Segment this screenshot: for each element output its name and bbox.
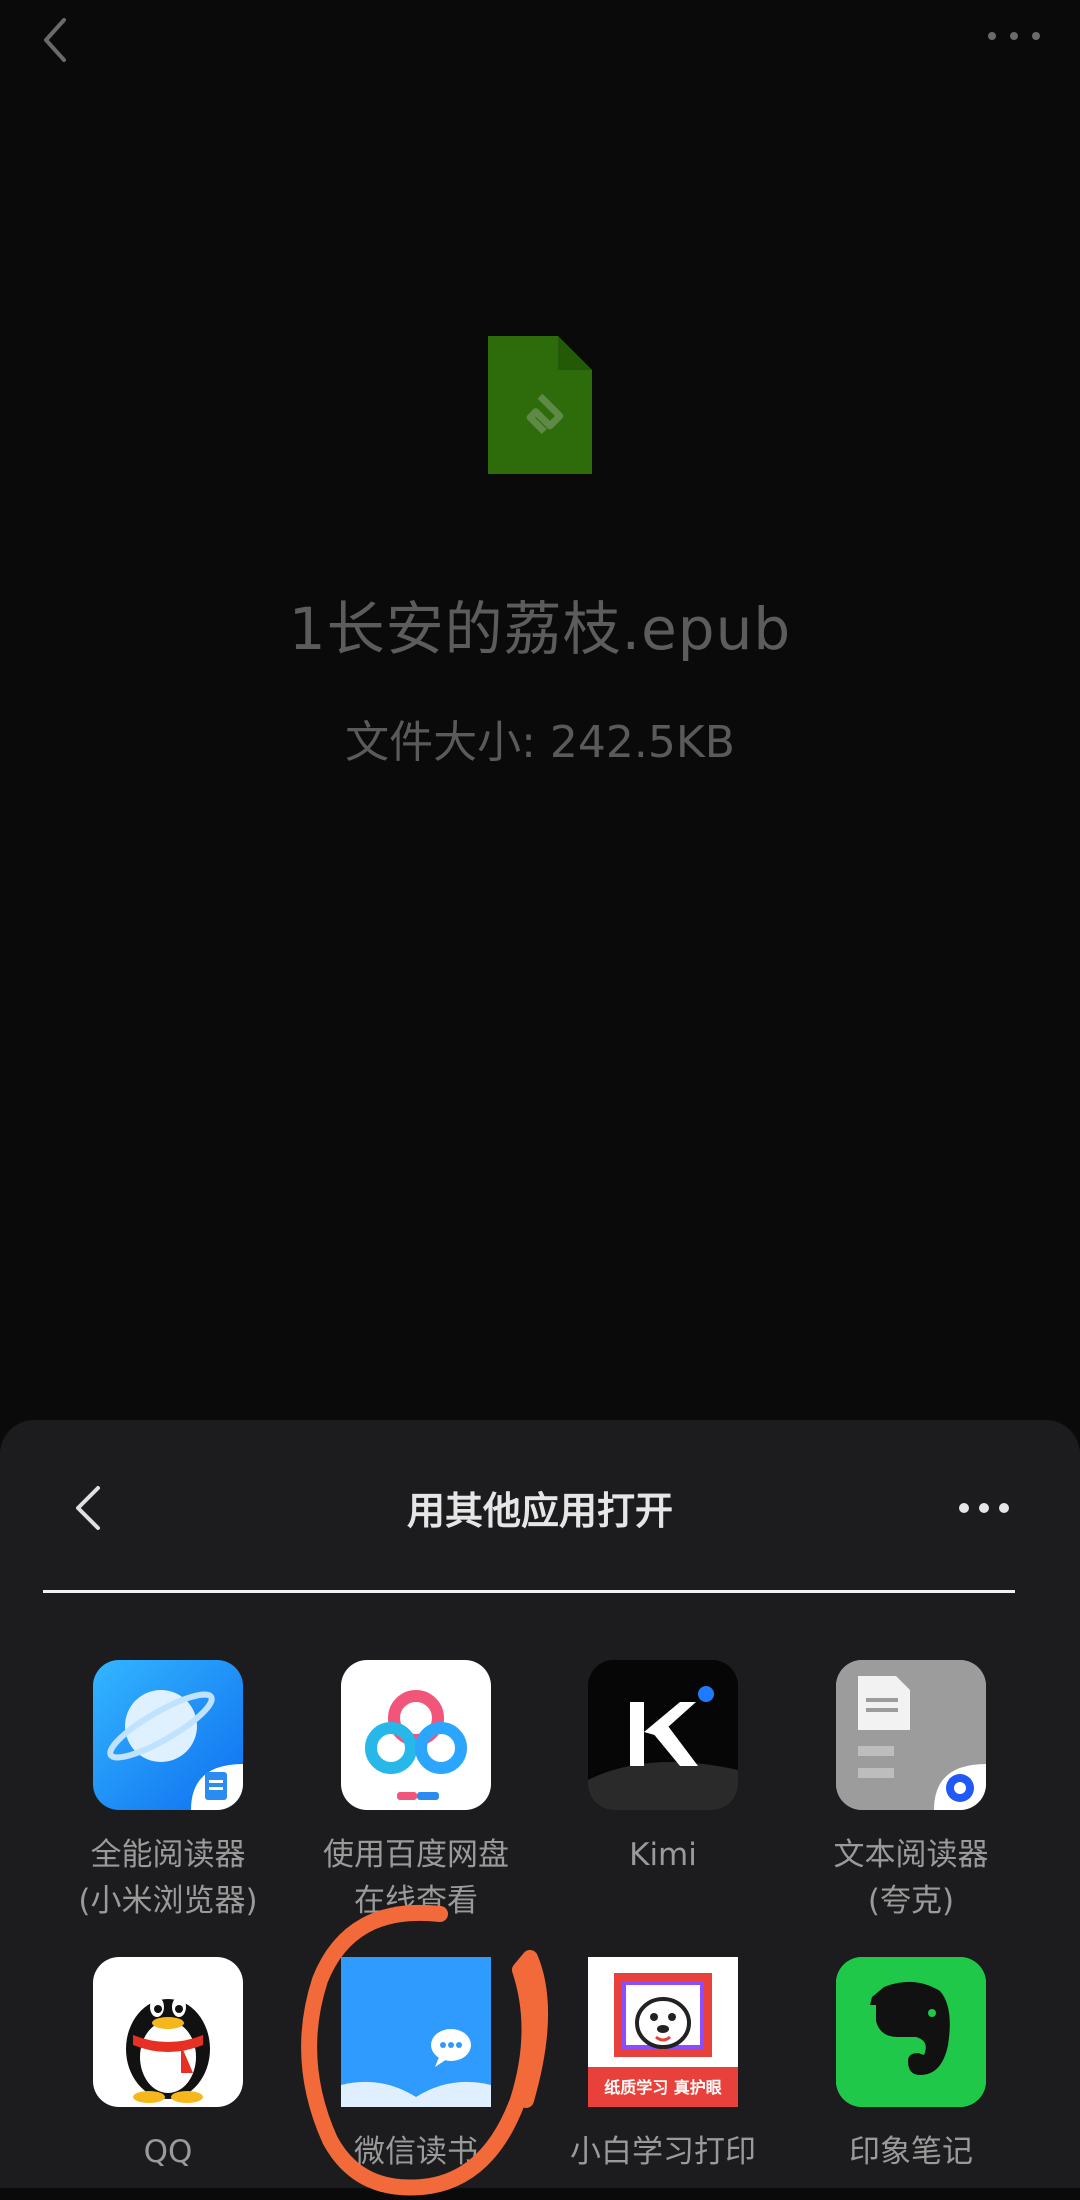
file-name: 1长安的荔枝.epub: [288, 595, 792, 663]
app-label: 微信读书: [354, 2134, 478, 2170]
app-label: 全能阅读器 (小米浏览器): [78, 1837, 258, 1919]
xiaobai-dog-icon: 纸质学习 真护眼: [588, 1957, 738, 2107]
file-size: 文件大小: 242.5KB: [345, 717, 735, 768]
quark-text-reader-icon: [836, 1660, 986, 1810]
sheet-divider: [43, 1590, 1015, 1593]
app-label: 小白学习打印: [570, 2134, 756, 2170]
more-options-icon[interactable]: [984, 26, 1044, 46]
epub-file-icon: [488, 336, 592, 474]
top-bar: [0, 0, 1080, 80]
weixin-read-icon: [341, 1957, 491, 2107]
sheet-title: 用其他应用打开: [406, 1489, 673, 1533]
xiaobai-banner-text: 纸质学习 真护眼: [604, 2078, 722, 2097]
sheet-more-options-icon[interactable]: [956, 1498, 1012, 1518]
app-label: QQ: [143, 2134, 193, 2170]
app-label: 印象笔记: [849, 2134, 973, 2170]
app-label: Kimi: [629, 1837, 697, 1873]
kimi-icon: [588, 1660, 738, 1810]
app-label: 使用百度网盘 在线查看: [323, 1837, 509, 1919]
qq-penguin-icon: [93, 1957, 243, 2107]
back-chevron-icon[interactable]: [36, 14, 76, 66]
baidu-netdisk-icon: [341, 1660, 491, 1810]
xiaomi-browser-reader-icon: [93, 1660, 243, 1810]
app-label: 文本阅读器 (夸克): [833, 1837, 989, 1919]
evernote-elephant-icon: [836, 1957, 986, 2107]
